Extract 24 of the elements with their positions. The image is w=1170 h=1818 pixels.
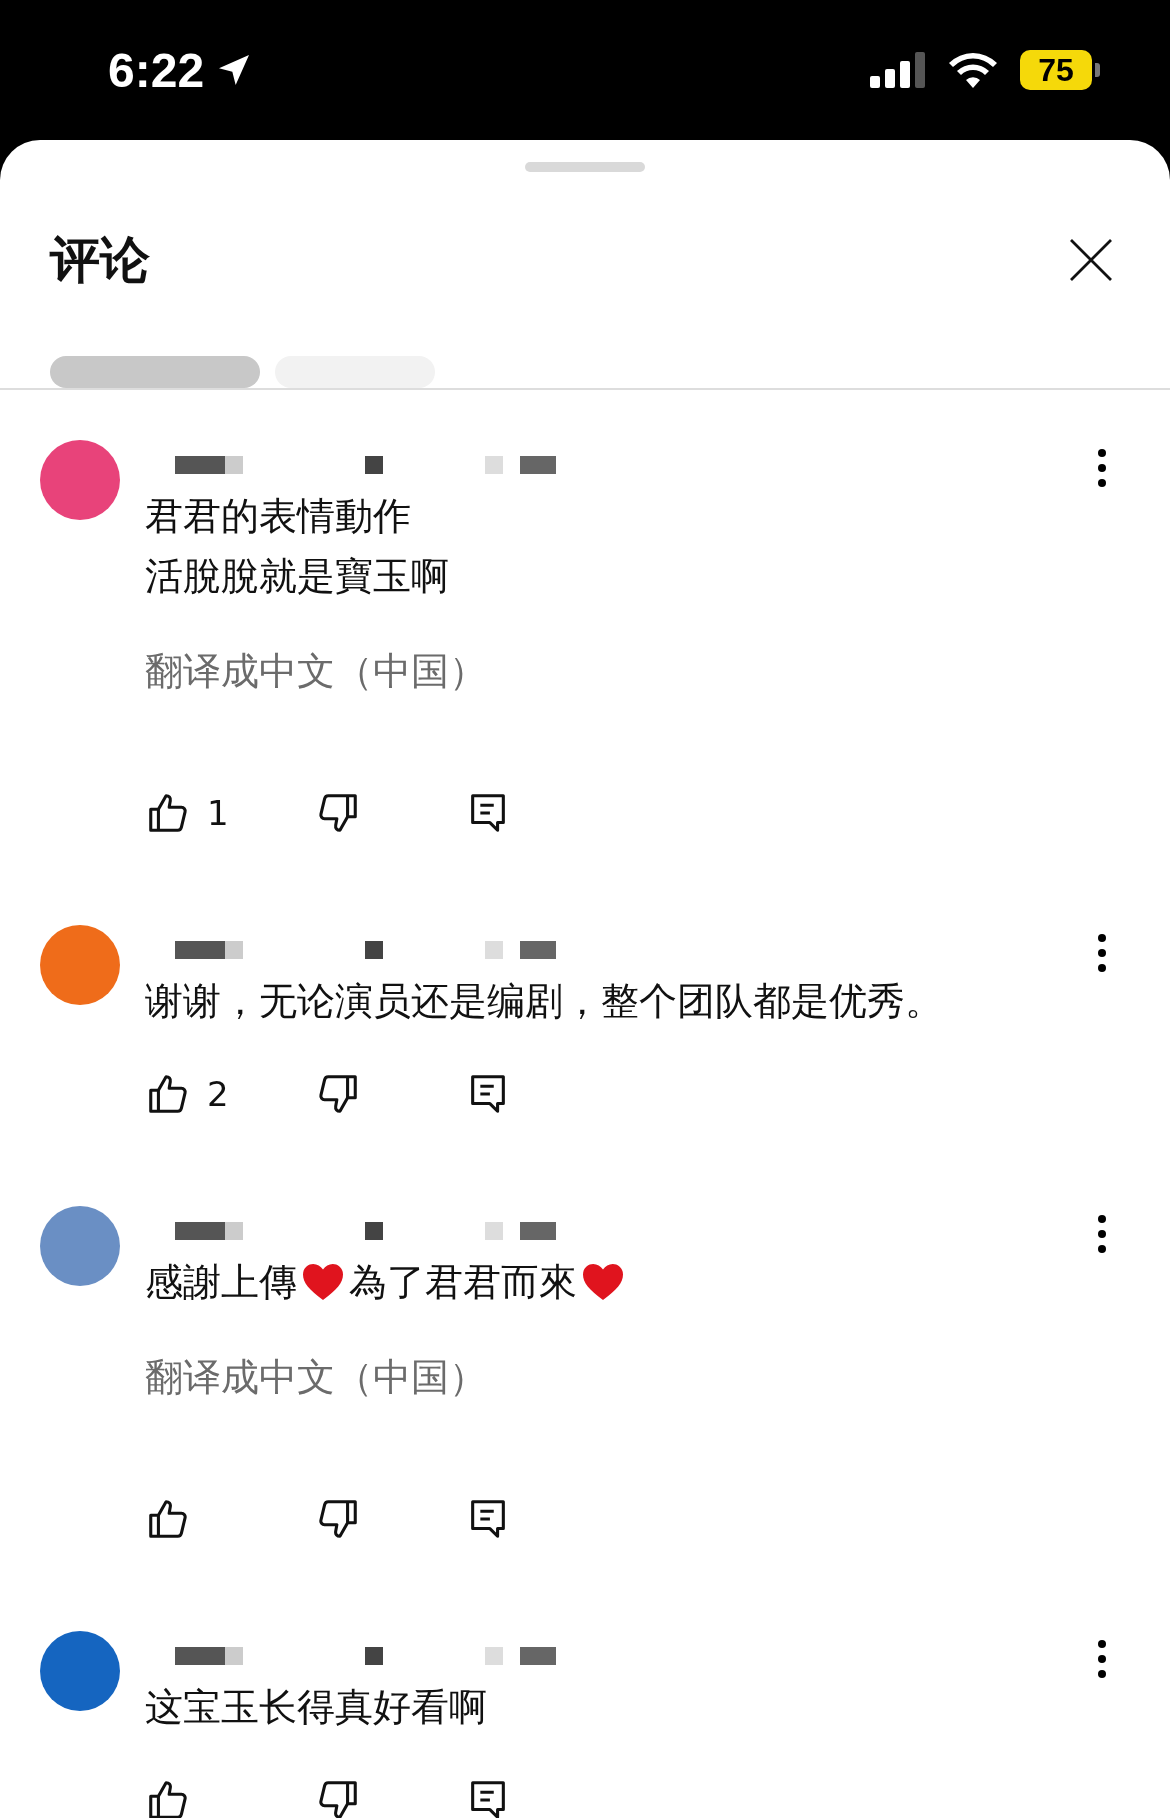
signal-icon (870, 52, 926, 88)
like-count: 1 (207, 793, 229, 833)
avatar[interactable] (40, 1206, 120, 1286)
avatar[interactable] (40, 925, 120, 1005)
more-options-icon[interactable] (1096, 448, 1108, 488)
translate-link[interactable]: 翻译成中文（中国） (145, 1352, 487, 1402)
wifi-icon (948, 52, 998, 88)
drag-handle[interactable] (525, 162, 645, 172)
more-options-icon[interactable] (1096, 933, 1108, 973)
translate-link[interactable]: 翻译成中文（中国） (145, 646, 487, 696)
more-options-icon[interactable] (1096, 1214, 1108, 1254)
clock-time: 6:22 (108, 42, 205, 98)
comment-text: 為了君君而來 (349, 1259, 577, 1306)
more-options-icon[interactable] (1096, 1639, 1108, 1679)
battery-indicator: 75 (1020, 50, 1100, 90)
comment-text: 这宝玉长得真好看啊 (145, 1684, 487, 1731)
sheet-title: 评论 (50, 229, 150, 291)
comment-text: 谢谢，无论演员还是编剧，整个团队都是优秀。 (145, 978, 943, 1025)
comment-text: 感謝上傳 (145, 1259, 297, 1306)
comment-text: 活脫脫就是寶玉啊 (145, 553, 449, 600)
comment-text: 君君的表情動作 (145, 493, 411, 540)
avatar[interactable] (40, 440, 120, 520)
avatar[interactable] (40, 1631, 120, 1711)
like-count: 2 (207, 1074, 229, 1114)
